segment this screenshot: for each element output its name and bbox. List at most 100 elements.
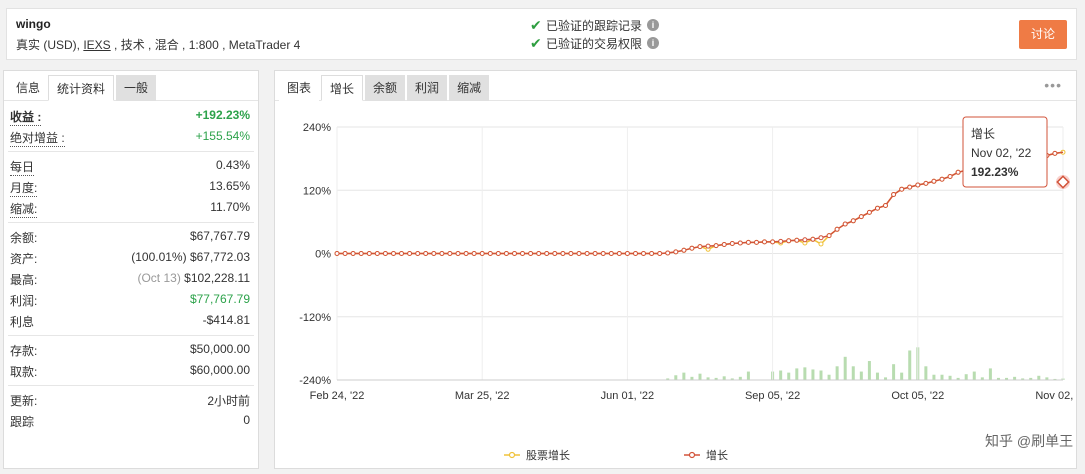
stat-label: 每日 <box>10 160 35 176</box>
data-point <box>358 251 364 256</box>
volume-bar <box>859 371 863 380</box>
tab-growth[interactable]: 增长 <box>321 75 364 101</box>
legend-growth-label[interactable]: 增长 <box>706 448 728 462</box>
stat-label: 利息 <box>10 315 35 329</box>
info-icon[interactable]: i <box>647 37 660 49</box>
stat-updated: 更新: 2小时前 <box>4 389 258 410</box>
data-point <box>923 180 929 186</box>
check-icon: ✔ <box>530 34 542 51</box>
stat-label: 资产: <box>10 252 38 266</box>
volume-bar <box>972 371 976 380</box>
account-type: 真实 (USD), <box>16 38 84 52</box>
chart-panel: 图表 增长 余额 利润 缩减 ••• 240% 120% 0% -120% -240% … <box>274 70 1077 469</box>
data-point <box>802 237 808 243</box>
stat-prefix: (Oct 13) <box>137 271 181 285</box>
data-point <box>399 251 404 256</box>
x-tick-label: Jun 01, '22 <box>601 390 654 402</box>
data-point <box>536 251 542 256</box>
stat-label: 存款: <box>10 344 38 358</box>
data-point <box>899 186 905 192</box>
data-point <box>624 251 630 256</box>
data-point <box>334 251 340 256</box>
more-options-icon[interactable]: ••• <box>1044 77 1062 93</box>
data-point <box>834 226 840 232</box>
volume-bar <box>940 374 944 380</box>
tab-drawdown[interactable]: 缩减 <box>449 75 490 101</box>
data-point <box>520 251 525 256</box>
data-point <box>1052 150 1058 156</box>
data-point <box>544 251 550 256</box>
data-point <box>729 241 735 246</box>
discuss-button[interactable]: 讨论 <box>1019 20 1067 49</box>
tab-general[interactable]: 一般 <box>116 75 157 101</box>
data-point <box>512 251 517 256</box>
data-point <box>552 251 558 256</box>
data-point <box>608 251 614 256</box>
data-point <box>737 240 743 246</box>
data-point <box>947 174 953 179</box>
data-point <box>576 251 582 256</box>
stat-drawdown: 缩减: 11.70% <box>4 197 258 218</box>
volume-bar <box>795 368 799 380</box>
stat-label: 跟踪 <box>10 415 35 429</box>
stat-gain: 收益 : +192.23% <box>4 105 258 126</box>
data-point <box>931 178 937 184</box>
stat-absolute-gain: 绝对增益 : +155.54% <box>4 126 258 147</box>
y-tick-label: 240% <box>303 122 331 134</box>
stat-label: 缩减: <box>10 202 38 218</box>
stat-label: 取款: <box>10 365 38 379</box>
data-point <box>955 169 961 175</box>
check-icon: ✔ <box>530 16 542 33</box>
data-point <box>697 244 703 250</box>
stat-label: 收益 : <box>10 110 42 126</box>
stat-amount: $67,772.03 <box>189 250 250 264</box>
tooltip-title: 增长 <box>971 127 995 141</box>
legend-equity-marker <box>508 451 516 459</box>
tab-profit[interactable]: 利润 <box>407 75 448 101</box>
volume-bar <box>803 367 807 380</box>
data-point <box>826 233 832 239</box>
volume-bar <box>875 372 879 380</box>
volume-bar <box>811 369 815 380</box>
stat-value: (Oct 13) $102,228.11 <box>137 271 250 285</box>
volume-bar <box>722 376 726 380</box>
data-point <box>778 238 784 244</box>
legend-equity-label[interactable]: 股票增长 <box>526 448 570 462</box>
volume-bar <box>843 356 847 380</box>
volume-bar <box>698 373 702 380</box>
data-point <box>754 239 759 245</box>
tab-balance[interactable]: 余额 <box>365 75 406 101</box>
stat-label: 月度: <box>10 181 38 197</box>
data-point <box>745 239 751 245</box>
y-tick-label: -240% <box>299 375 331 387</box>
broker-link[interactable]: IEXS <box>83 38 110 52</box>
account-description: 真实 (USD), IEXS , 技术 , 混合 , 1:800 , MetaT… <box>16 36 300 53</box>
x-tick-label: Feb 24, '22 <box>310 390 365 402</box>
volume-bar <box>827 374 831 380</box>
data-point <box>423 251 429 256</box>
tab-statistics[interactable]: 统计资料 <box>48 75 115 101</box>
stat-monthly: 月度: 13.65% <box>4 176 258 197</box>
data-point <box>713 243 719 249</box>
stats-panel: 信息 统计资料 一般 收益 : +192.23% 绝对增益 : +155.54%… <box>3 70 259 469</box>
tab-info[interactable]: 信息 <box>8 75 48 101</box>
data-point <box>770 239 776 245</box>
data-point <box>786 238 792 244</box>
data-point <box>810 236 816 242</box>
tab-chart[interactable]: 图表 <box>279 75 320 101</box>
stat-value: 13.65% <box>209 179 250 193</box>
info-icon[interactable]: i <box>647 19 660 31</box>
stat-balance: 余额: $67,767.79 <box>4 226 258 247</box>
data-point <box>689 245 695 251</box>
stat-value: -$414.81 <box>202 313 250 327</box>
chart-tabs: 图表 增长 余额 利润 缩减 <box>275 71 1076 101</box>
data-point <box>866 209 872 215</box>
data-point <box>415 251 421 256</box>
data-point <box>939 176 945 182</box>
stat-profit: 利润: $77,767.79 <box>4 289 258 310</box>
volume-bar <box>819 370 823 380</box>
data-point <box>633 251 638 256</box>
account-name: wingo <box>16 17 51 31</box>
data-point <box>891 192 897 197</box>
stat-withdrawals: 取款: $60,000.00 <box>4 360 258 381</box>
